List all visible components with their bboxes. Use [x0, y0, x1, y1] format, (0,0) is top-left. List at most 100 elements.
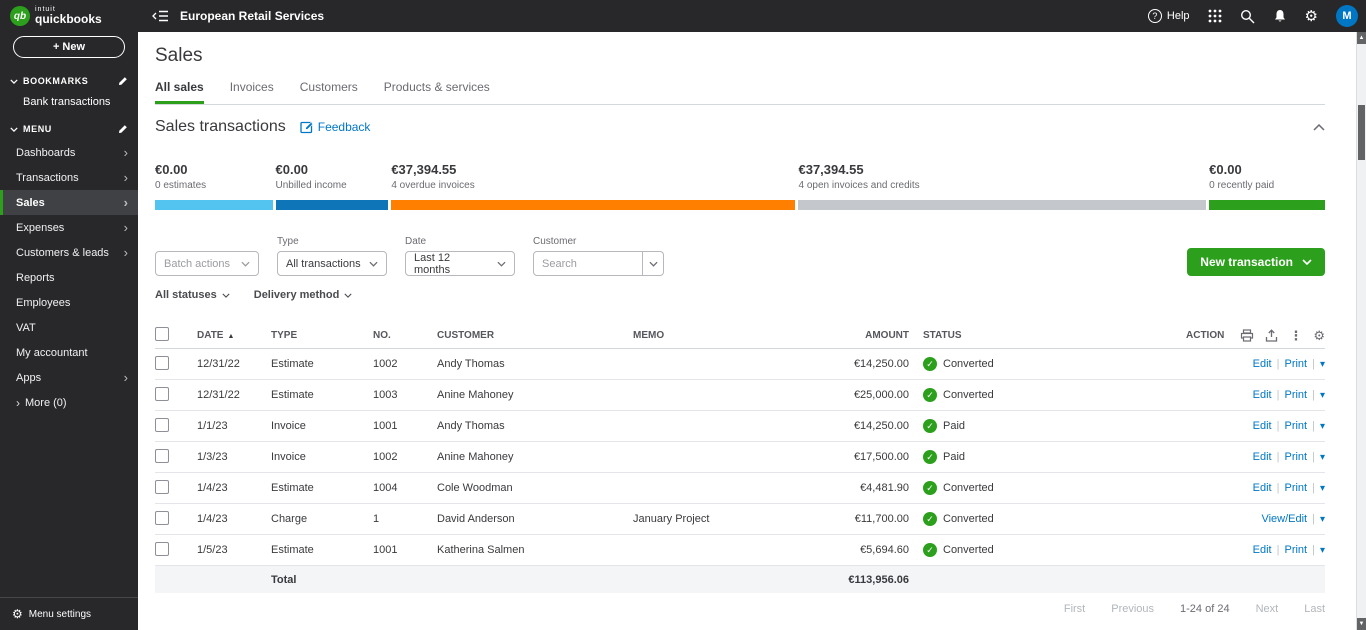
sidebar-item-vat[interactable]: VAT	[0, 315, 138, 340]
money-bar-segment-bar[interactable]	[155, 200, 273, 210]
row-checkbox[interactable]	[155, 417, 169, 432]
column-header-no[interactable]: NO.	[373, 330, 437, 341]
row-action-dropdown-icon[interactable]: ▾	[1320, 483, 1325, 494]
table-settings-gear-icon[interactable]: ⚙	[1313, 329, 1325, 342]
sidebar-item-bank-transactions[interactable]: Bank transactions	[0, 92, 138, 118]
row-action-dropdown-icon[interactable]: ▾	[1320, 421, 1325, 432]
chevron-right-icon: ›	[123, 370, 128, 385]
help-button[interactable]: ? Help	[1147, 9, 1190, 23]
vertical-scrollbar[interactable]: ▲ ▼	[1356, 32, 1366, 630]
sidebar-item-expenses[interactable]: Expenses ›	[0, 215, 138, 240]
scrollbar-thumb[interactable]	[1358, 105, 1365, 160]
customer-search-input[interactable]	[533, 251, 643, 276]
delivery-method-filter[interactable]: Delivery method	[254, 289, 353, 301]
row-checkbox[interactable]	[155, 448, 169, 463]
row-action-dropdown-icon[interactable]: ▾	[1320, 545, 1325, 556]
select-all-checkbox[interactable]	[155, 327, 169, 341]
sidebar-item-sales[interactable]: Sales ›	[0, 190, 138, 215]
row-checkbox[interactable]	[155, 355, 169, 370]
collapse-section-icon[interactable]	[1313, 123, 1325, 131]
sidebar-item-employees[interactable]: Employees	[0, 290, 138, 315]
tab-all-sales[interactable]: All sales	[155, 80, 204, 104]
row-action-print[interactable]: Print	[1284, 389, 1307, 401]
notifications-bell-icon[interactable]	[1273, 9, 1287, 24]
row-action-edit[interactable]: Edit	[1253, 358, 1272, 370]
page-title: Sales	[155, 45, 203, 66]
tab-invoices[interactable]: Invoices	[230, 80, 274, 104]
row-checkbox[interactable]	[155, 386, 169, 401]
money-bar-segment-bar[interactable]	[798, 200, 1207, 210]
column-header-date[interactable]: DATE ▲	[197, 330, 271, 341]
column-header-type[interactable]: TYPE	[271, 330, 373, 341]
row-action-dropdown-icon[interactable]: ▾	[1320, 359, 1325, 370]
tab-products-services[interactable]: Products & services	[384, 80, 490, 104]
row-action-dropdown-icon[interactable]: ▾	[1320, 390, 1325, 401]
money-bar-segment-bar[interactable]	[275, 200, 389, 210]
type-filter-dropdown[interactable]: All transactions	[277, 251, 387, 276]
cell-action: Edit | Print | ▾	[1252, 420, 1325, 432]
money-bar-segment-bar[interactable]	[1209, 200, 1325, 210]
row-action-print[interactable]: Print	[1284, 482, 1307, 494]
row-action-print[interactable]: Print	[1284, 420, 1307, 432]
pagination-previous[interactable]: Previous	[1111, 603, 1154, 615]
cell-customer: Cole Woodman	[437, 482, 513, 494]
date-filter-dropdown[interactable]: Last 12 months	[405, 251, 515, 276]
row-action-edit[interactable]: Edit	[1253, 420, 1272, 432]
column-header-memo[interactable]: MEMO	[633, 330, 819, 341]
statuses-filter[interactable]: All statuses	[155, 289, 230, 301]
status-label: Paid	[943, 420, 966, 432]
sidebar-collapse-icon[interactable]	[152, 10, 168, 22]
sidebar-item-apps[interactable]: Apps ›	[0, 365, 138, 390]
settings-gear-icon[interactable]: ⚙	[1305, 9, 1318, 24]
row-action-edit[interactable]: Edit	[1253, 482, 1272, 494]
pagination-last[interactable]: Last	[1304, 603, 1325, 615]
search-icon[interactable]	[1240, 9, 1255, 24]
row-action-print[interactable]: Print	[1284, 544, 1307, 556]
row-action-print[interactable]: Print	[1284, 451, 1307, 463]
sidebar-item-more-0[interactable]: › More (0)	[0, 390, 138, 415]
sidebar-item-customers-leads[interactable]: Customers & leads ›	[0, 240, 138, 265]
row-checkbox[interactable]	[155, 479, 169, 494]
pagination-first[interactable]: First	[1064, 603, 1085, 615]
customer-dropdown-icon[interactable]	[643, 251, 664, 276]
sidebar-item-transactions[interactable]: Transactions ›	[0, 165, 138, 190]
scroll-up-arrow-icon[interactable]: ▲	[1357, 32, 1366, 44]
pagination-next[interactable]: Next	[1256, 603, 1279, 615]
row-checkbox[interactable]	[155, 510, 169, 525]
print-icon[interactable]	[1240, 329, 1254, 342]
scroll-down-arrow-icon[interactable]: ▼	[1357, 618, 1366, 630]
row-action-edit[interactable]: Edit	[1253, 451, 1272, 463]
row-action-view-edit[interactable]: View/Edit	[1261, 513, 1307, 525]
sidebar: qb intuit quickbooks + New BOOKMARKS Ban…	[0, 0, 138, 630]
menu-section-header[interactable]: MENU	[0, 118, 138, 140]
sidebar-item-my-accountant[interactable]: My accountant	[0, 340, 138, 365]
batch-actions-dropdown[interactable]: Batch actions	[155, 251, 259, 276]
row-action-edit[interactable]: Edit	[1253, 544, 1272, 556]
cell-type: Estimate	[271, 389, 314, 401]
sidebar-item-reports[interactable]: Reports	[0, 265, 138, 290]
row-action-dropdown-icon[interactable]: ▾	[1320, 514, 1325, 525]
apps-grid-icon[interactable]	[1208, 9, 1222, 23]
sidebar-item-dashboards[interactable]: Dashboards ›	[0, 140, 138, 165]
money-bar-segment-bar[interactable]	[391, 200, 796, 210]
row-action-print[interactable]: Print	[1284, 358, 1307, 370]
more-options-kebab-icon[interactable]: ⋮	[1289, 329, 1302, 342]
bookmarks-section-header[interactable]: BOOKMARKS	[0, 70, 138, 92]
avatar[interactable]: M	[1336, 5, 1358, 27]
new-transaction-button[interactable]: New transaction	[1187, 248, 1325, 276]
column-header-amount[interactable]: AMOUNT	[819, 330, 911, 341]
column-header-customer[interactable]: CUSTOMER	[437, 330, 633, 341]
export-icon[interactable]	[1265, 329, 1278, 342]
row-action-edit[interactable]: Edit	[1253, 389, 1272, 401]
menu-settings-button[interactable]: ⚙ Menu settings	[0, 597, 138, 630]
new-button[interactable]: + New	[13, 36, 125, 58]
status-label: Converted	[943, 544, 994, 556]
column-header-status[interactable]: STATUS	[911, 330, 1061, 341]
cell-no: 1002	[373, 451, 398, 463]
row-checkbox[interactable]	[155, 541, 169, 556]
tab-customers[interactable]: Customers	[300, 80, 358, 104]
row-action-dropdown-icon[interactable]: ▾	[1320, 452, 1325, 463]
feedback-link[interactable]: Feedback	[300, 120, 370, 134]
edit-bookmarks-icon[interactable]	[118, 76, 128, 86]
edit-menu-icon[interactable]	[118, 124, 128, 134]
